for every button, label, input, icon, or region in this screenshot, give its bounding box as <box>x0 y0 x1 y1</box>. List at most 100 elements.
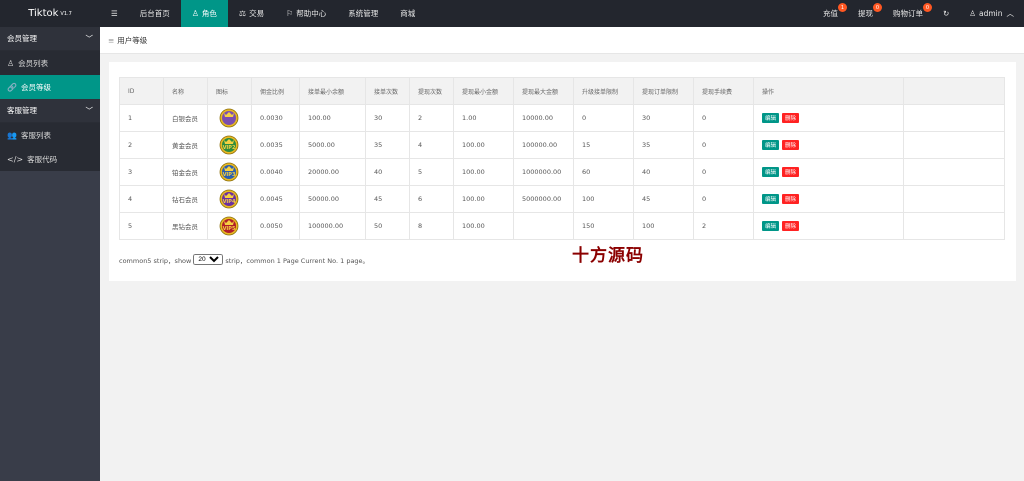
nav-trade[interactable]: ⚖ 交易 <box>228 0 275 27</box>
cell-min_balance: 100000.00 <box>299 212 366 240</box>
cell-fee: 0 <box>693 131 754 159</box>
cell-rate: 0.0045 <box>251 185 300 213</box>
scale-icon: ⚖ <box>238 9 247 18</box>
cell-wmax: 5000000.00 <box>513 185 574 213</box>
cell-min_balance: 5000.00 <box>299 131 366 159</box>
cell-min_balance: 20000.00 <box>299 158 366 186</box>
vip-badge-cell: VIP4 <box>207 185 252 213</box>
withdraw-link[interactable]: 提现 0 <box>848 0 883 27</box>
edit-button[interactable]: 编辑 <box>762 113 780 123</box>
cell-upgrade: 150 <box>573 212 634 240</box>
svg-text:VIP2: VIP2 <box>223 145 236 151</box>
table-header-row: ID 名称 图标 佣金比例 接单最小余额 接单次数 提现次数 提现最小金额 提现… <box>119 77 1005 105</box>
cell-id: 1 <box>119 104 164 132</box>
cell-withdraw_times: 2 <box>409 104 454 132</box>
cell-name: 铂金会员 <box>163 158 208 186</box>
admin-menu[interactable]: ♙ admin ︿ <box>959 0 1024 27</box>
cell-name: 白银会员 <box>163 104 208 132</box>
chevron-up-icon: ︿ <box>1006 9 1015 18</box>
user-icon: ♙ <box>7 58 15 68</box>
nav-home[interactable]: 后台首页 <box>129 0 181 27</box>
nav-system[interactable]: 系统管理 <box>337 0 389 27</box>
main-content: ≡ 用户等级 ID 名称 图标 佣金比例 接单最小余额 接单次数 提现次数 提现最… <box>100 27 1024 481</box>
watermark: 十方源码 <box>572 246 644 266</box>
cell-orders: 35 <box>365 131 410 159</box>
nav-mall[interactable]: 商城 <box>389 0 426 27</box>
menu-icon: ☰ <box>111 9 118 18</box>
cell-worder: 30 <box>633 104 694 132</box>
link-icon: 🔗 <box>7 82 17 92</box>
cell-wmin: 100.00 <box>453 131 514 159</box>
page-size-select[interactable]: 20 <box>193 254 224 265</box>
table-row: 5 黑钻会员 VIP5 0.0050 100000.00 50 8 100.00 150 100 2… <box>119 212 1005 240</box>
user-icon: ♙ <box>969 9 976 18</box>
table-row: 3 铂金会员 VIP3 0.0040 20000.00 40 5 100.00 1000000.… <box>119 158 1005 186</box>
vip-badge-icon: VIP3 <box>219 162 239 182</box>
cell-fee: 0 <box>693 158 754 186</box>
recharge-badge: 1 <box>837 3 847 12</box>
edit-button[interactable]: 编辑 <box>762 194 780 204</box>
nav-help[interactable]: ⚐ 帮助中心 <box>275 0 337 27</box>
cell-worder: 35 <box>633 131 694 159</box>
orders-link[interactable]: 购物订单 0 <box>883 0 933 27</box>
chevron-down-icon: ﹀ <box>85 106 94 115</box>
svg-text:VIP3: VIP3 <box>223 172 236 178</box>
app-version: V1.7 <box>60 10 72 17</box>
sidebar-item-service-code[interactable]: </> 客服代码 <box>0 147 100 171</box>
table-row: 4 钻石会员 VIP4 0.0045 50000.00 45 6 100.00 5000000.… <box>119 185 1005 213</box>
orders-badge: 0 <box>922 3 932 12</box>
actions-cell: 编辑 删除 <box>753 104 904 132</box>
cell-fee: 2 <box>693 212 754 240</box>
refresh-button[interactable]: ↻ <box>933 0 959 27</box>
sidebar-group-service[interactable]: 客服管理 ﹀ <box>0 99 100 123</box>
delete-button[interactable]: 删除 <box>782 140 800 150</box>
sidebar-item-member-level[interactable]: 🔗 会员等级 <box>0 75 100 99</box>
vip-badge-cell: VIP2 <box>207 131 252 159</box>
cell-id: 2 <box>119 131 164 159</box>
cell-rate: 0.0040 <box>251 158 300 186</box>
cell-rate: 0.0050 <box>251 212 300 240</box>
recharge-link[interactable]: 充值 1 <box>813 0 848 27</box>
code-icon: </> <box>7 154 24 164</box>
cell-upgrade: 0 <box>573 104 634 132</box>
cell-wmax: 10000.00 <box>513 104 574 132</box>
refresh-icon: ↻ <box>942 9 950 18</box>
vip-badge-icon <box>219 108 239 128</box>
cell-fee: 0 <box>693 185 754 213</box>
cell-orders: 50 <box>365 212 410 240</box>
cell-wmin: 100.00 <box>453 158 514 186</box>
pagination: common5 strip，show 20 strip，common 1 Pag… <box>119 254 369 265</box>
cell-id: 5 <box>119 212 164 240</box>
sidebar-group-members[interactable]: 会员管理 ﹀ <box>0 27 100 51</box>
edit-button[interactable]: 编辑 <box>762 167 780 177</box>
menu-toggle-button[interactable]: ☰ <box>100 0 129 27</box>
delete-button[interactable]: 删除 <box>782 167 800 177</box>
vip-badge-icon: VIP4 <box>219 189 239 209</box>
nav-role[interactable]: ♙ 角色 <box>180 0 228 27</box>
cell-worder: 45 <box>633 185 694 213</box>
delete-button[interactable]: 删除 <box>782 221 800 231</box>
actions-cell: 编辑 删除 <box>753 158 904 186</box>
cell-upgrade: 100 <box>573 185 634 213</box>
sidebar-item-service-list[interactable]: 👥 客服列表 <box>0 123 100 147</box>
edit-button[interactable]: 编辑 <box>762 221 780 231</box>
table-row: 1 白银会员 0.0030 100.00 30 2 1.00 10000.00 0 30 0 编辑 删除 <box>119 104 1005 132</box>
vip-badge-cell: VIP5 <box>207 212 252 240</box>
delete-button[interactable]: 删除 <box>782 113 800 123</box>
cell-wmin: 100.00 <box>453 212 514 240</box>
cell-orders: 45 <box>365 185 410 213</box>
svg-text:VIP5: VIP5 <box>223 226 236 232</box>
delete-button[interactable]: 删除 <box>782 194 800 204</box>
cell-upgrade: 60 <box>573 158 634 186</box>
cell-name: 黄金会员 <box>163 131 208 159</box>
cell-wmax: 1000000.00 <box>513 158 574 186</box>
cell-withdraw_times: 6 <box>409 185 454 213</box>
withdraw-badge: 0 <box>872 3 882 12</box>
sidebar-item-member-list[interactable]: ♙ 会员列表 <box>0 51 100 75</box>
right-nav: 充值 1 提现 0 购物订单 0 ↻ ♙ admin ︿ <box>813 0 1024 27</box>
app-title: Tiktok <box>28 8 59 19</box>
edit-button[interactable]: 编辑 <box>762 140 780 150</box>
users-icon: 👥 <box>7 130 17 140</box>
user-icon: ♙ <box>191 9 199 18</box>
cell-name: 钻石会员 <box>163 185 208 213</box>
